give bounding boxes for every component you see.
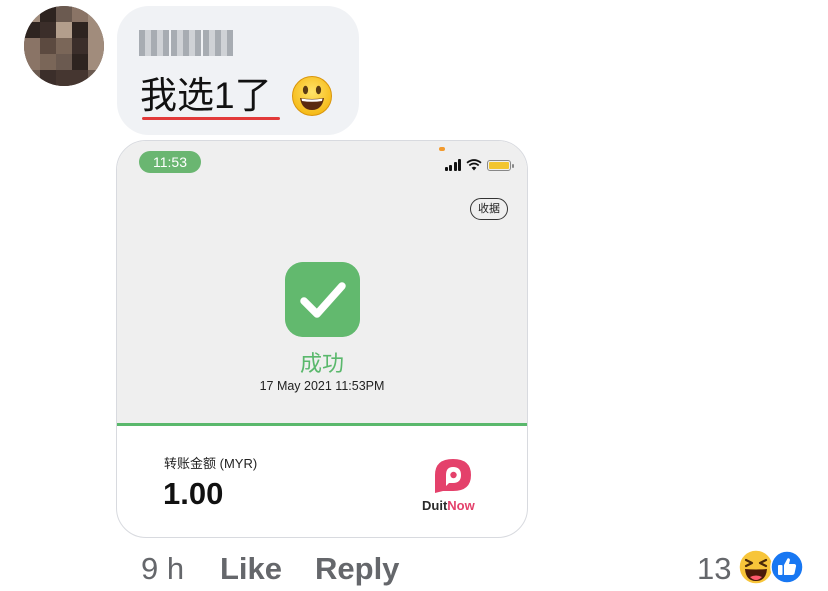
amount-value: 1.00 bbox=[163, 476, 224, 511]
receipt-button[interactable]: 收据 bbox=[470, 198, 508, 220]
status-bar-time: 11:53 bbox=[139, 151, 201, 173]
comment-timestamp[interactable]: 9 h bbox=[141, 549, 184, 589]
success-checkmark-icon bbox=[285, 262, 360, 337]
commenter-avatar[interactable] bbox=[24, 6, 104, 86]
transaction-datetime: 17 May 2021 11:53PM bbox=[259, 379, 385, 393]
duitnow-logo-icon bbox=[435, 459, 471, 493]
duitnow-logo-text: DuitNow bbox=[422, 498, 475, 513]
payment-screenshot-attachment[interactable]: 11:53 收据 成功 17 May 2021 11:53PM 转账金额 (MY… bbox=[116, 140, 528, 538]
like-reaction-icon[interactable] bbox=[770, 550, 804, 584]
grinning-face-emoji-icon bbox=[292, 76, 332, 116]
section-divider bbox=[117, 423, 527, 426]
reply-button[interactable]: Reply bbox=[315, 549, 399, 589]
comment-text: 我选1了 bbox=[140, 75, 272, 116]
amount-label: 转账金额 (MYR) bbox=[164, 456, 258, 471]
signal-icon bbox=[444, 159, 461, 171]
status-bar-icons bbox=[444, 151, 514, 171]
battery-icon bbox=[487, 160, 514, 171]
haha-emoji-icon[interactable] bbox=[738, 549, 774, 585]
spellcheck-underline bbox=[142, 117, 280, 120]
reaction-count[interactable]: 13 bbox=[697, 549, 731, 589]
transaction-status: 成功 bbox=[299, 351, 344, 376]
like-button[interactable]: Like bbox=[220, 549, 282, 589]
wifi-icon bbox=[466, 159, 482, 171]
author-name-blurred[interactable] bbox=[139, 30, 233, 56]
